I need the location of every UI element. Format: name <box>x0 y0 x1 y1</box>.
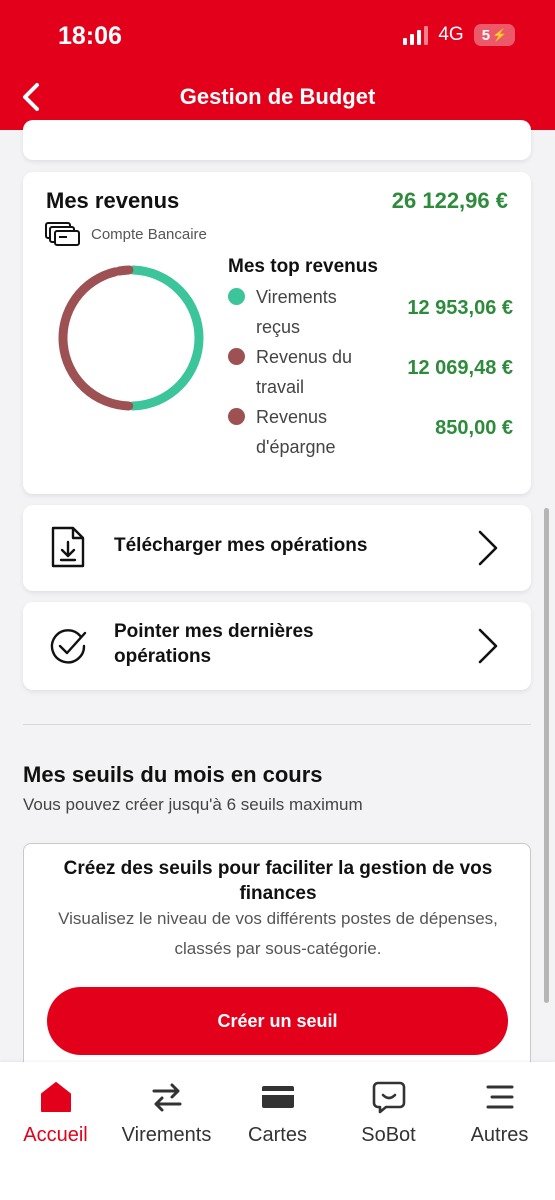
revenue-donut-chart <box>58 265 204 411</box>
tab-label: Cartes <box>248 1124 307 1146</box>
section-divider <box>23 724 531 725</box>
tab-autres[interactable]: Autres <box>444 1080 555 1160</box>
account-label: Compte Bancaire <box>91 225 207 243</box>
legend-item: Revenus d'épargne 850,00 € <box>228 402 513 462</box>
legend-item: Virements reçus 12 953,06 € <box>228 282 513 342</box>
legend-value: 12 069,48 € <box>407 357 513 379</box>
download-operations-button[interactable]: Télécharger mes opérations <box>23 505 531 591</box>
thresholds-title: Mes seuils du mois en cours <box>23 762 323 787</box>
signal-icon <box>403 25 429 45</box>
transfer-icon <box>152 1083 181 1112</box>
tab-label: Accueil <box>23 1124 88 1146</box>
tab-sobot[interactable]: SoBot <box>333 1080 444 1160</box>
legend-dot <box>228 408 245 425</box>
point-operations-label-line1: Pointer mes dernières <box>114 621 314 642</box>
status-time: 18:06 <box>58 22 122 50</box>
threshold-card-description: Visualisez le niveau de vos différents p… <box>58 909 498 958</box>
account-type: Compte Bancaire <box>45 222 207 246</box>
revenue-card[interactable]: Mes revenus 26 122,96 € Compte Bancaire … <box>23 172 531 494</box>
threshold-card-title: Créez des seuils pour faciliter la gesti… <box>63 858 493 904</box>
revenue-total: 26 122,96 € <box>391 188 508 213</box>
donut-segment <box>128 265 204 411</box>
legend-label: Revenus d'épargne <box>256 407 336 457</box>
chevron-right-icon <box>478 530 498 566</box>
tab-virements[interactable]: Virements <box>111 1080 222 1160</box>
scrollbar[interactable] <box>544 508 549 1003</box>
previous-card-edge <box>23 120 531 160</box>
point-operations-button[interactable]: Pointer mes dernières opérations <box>23 602 531 690</box>
network-type: 4G <box>438 24 464 45</box>
app-header: 18:06 4G 5 ⚡ Gestion de Budget <box>0 0 555 130</box>
legend-value: 12 953,06 € <box>407 297 513 319</box>
chat-bot-icon <box>372 1081 405 1114</box>
tab-label: SoBot <box>361 1124 416 1146</box>
top-revenue-title: Mes top revenus <box>228 256 378 277</box>
tab-label: Virements <box>121 1124 212 1146</box>
download-document-icon <box>51 526 85 568</box>
chevron-right-icon <box>478 628 498 664</box>
menu-icon <box>486 1085 513 1109</box>
point-operations-label-line2: opérations <box>114 646 212 667</box>
home-icon <box>40 1082 71 1112</box>
legend-dot <box>228 348 245 365</box>
donut-segment <box>58 267 134 411</box>
battery-level: 5 <box>481 26 491 44</box>
download-operations-label: Télécharger mes opérations <box>114 535 368 556</box>
legend-item: Revenus du travail 12 069,48 € <box>228 342 513 402</box>
legend-label: Virements reçus <box>256 287 337 337</box>
tab-cartes[interactable]: Cartes <box>222 1080 333 1160</box>
legend-dot <box>228 288 245 305</box>
tab-accueil[interactable]: Accueil <box>0 1080 111 1160</box>
tab-label: Autres <box>470 1124 529 1146</box>
legend-label: Revenus du travail <box>256 347 353 397</box>
point-operations-label: Pointer mes dernières opérations <box>114 619 314 669</box>
page-title: Gestion de Budget <box>179 84 376 109</box>
donut-segment <box>114 265 134 276</box>
revenue-title: Mes revenus <box>46 188 180 213</box>
legend-value: 850,00 € <box>435 417 513 439</box>
battery-icon: 5 ⚡ <box>473 24 515 46</box>
status-bar-right: 4G 5 ⚡ <box>403 24 515 46</box>
thresholds-subtitle: Vous pouvez créer jusqu'à 6 seuils maxim… <box>23 795 363 814</box>
card-icon <box>261 1086 294 1108</box>
create-threshold-button[interactable]: Créer un seuil <box>47 987 508 1055</box>
bottom-tab-bar: Accueil Virements Cartes SoBot Autres <box>0 1062 555 1200</box>
check-circle-icon <box>50 629 87 664</box>
bank-cards-icon <box>45 222 80 246</box>
